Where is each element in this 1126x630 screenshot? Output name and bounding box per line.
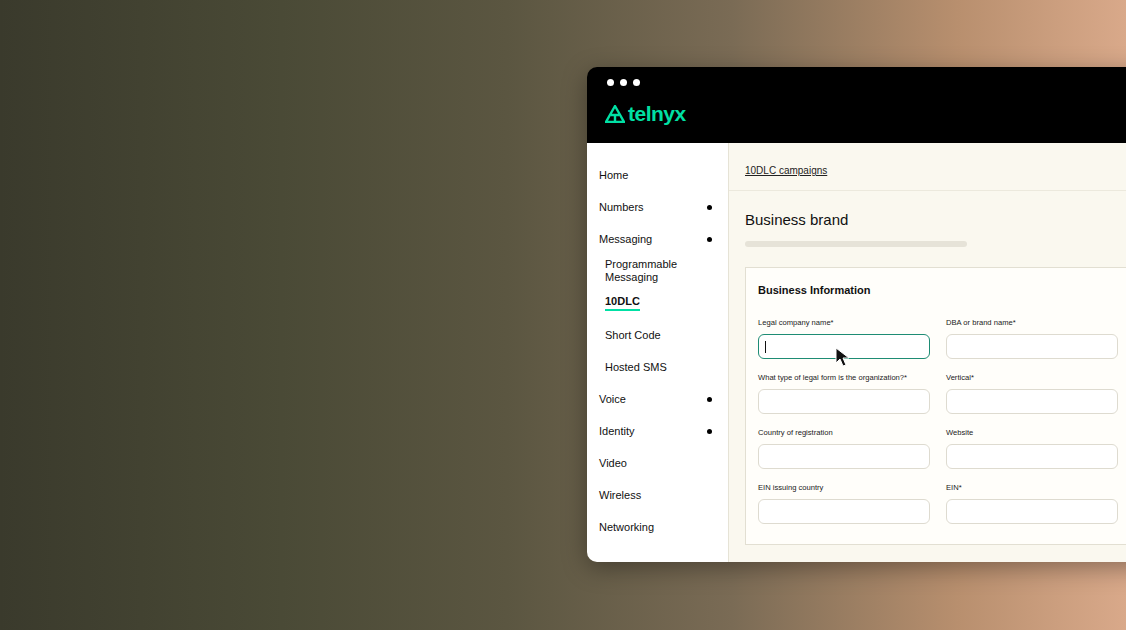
sidebar-item[interactable]: Wireless	[599, 479, 728, 511]
telnyx-mark-icon	[605, 105, 625, 123]
field-label: Country of registration	[758, 428, 930, 438]
page-title: Business brand	[745, 211, 1126, 229]
sidebar-item[interactable]: Home	[599, 159, 728, 191]
sidebar-item[interactable]: Hosted SMS	[599, 351, 728, 383]
form-field: EIN*	[946, 483, 1118, 524]
hero-image: telnyx Home Numbers Messaging Programmab…	[0, 0, 1126, 630]
sidebar-item-label: Networking	[599, 521, 654, 534]
telnyx-logo[interactable]: telnyx	[605, 103, 1126, 124]
field-label: EIN*	[946, 483, 1118, 493]
sidebar-item[interactable]: Networking	[599, 511, 728, 543]
text-input[interactable]	[946, 444, 1118, 469]
sidebar-item-label: Voice	[599, 393, 626, 406]
text-input[interactable]	[758, 389, 930, 414]
field-label: Legal company name*	[758, 318, 930, 328]
breadcrumb-link[interactable]: 10DLC campaigns	[745, 165, 827, 176]
sidebar-item-label: Short Code	[605, 329, 661, 342]
form-field: EIN issuing country	[758, 483, 930, 524]
title-bar	[745, 241, 967, 247]
sidebar-item[interactable]: Messaging	[599, 223, 728, 255]
expand-dot-icon	[707, 429, 712, 434]
card-title: Business Information	[758, 284, 1126, 296]
sidebar-item[interactable]: Numbers	[599, 191, 728, 223]
window-dot-icon[interactable]	[620, 79, 627, 86]
text-input[interactable]	[758, 334, 930, 359]
expand-dot-icon	[707, 205, 712, 210]
sidebar-item-label: Numbers	[599, 201, 644, 214]
sidebar-item-label: Hosted SMS	[605, 361, 667, 374]
sidebar-item-label: Video	[599, 457, 627, 470]
sidebar-item-label: Wireless	[599, 489, 641, 502]
form-field: What type of legal form is the organizat…	[758, 373, 930, 414]
form-field: Website	[946, 428, 1118, 469]
text-input[interactable]	[946, 499, 1118, 524]
logo-text: telnyx	[628, 103, 686, 124]
field-label: Vertical*	[946, 373, 1118, 383]
window-controls	[605, 79, 1126, 86]
expand-dot-icon	[707, 397, 712, 402]
form-field: Vertical*	[946, 373, 1118, 414]
field-label: What type of legal form is the organizat…	[758, 373, 930, 383]
sidebar-item[interactable]: Identity	[599, 415, 728, 447]
window-dot-icon[interactable]	[607, 79, 614, 86]
form-field: Legal company name*	[758, 318, 930, 359]
sidebar-item-label: Programmable Messaging	[605, 258, 712, 284]
content: 10DLC campaigns Business brand Business …	[728, 143, 1126, 562]
app-header: telnyx	[587, 67, 1126, 143]
sidebar-item-label: Messaging	[599, 233, 652, 246]
form-field: DBA or brand name*	[946, 318, 1118, 359]
form-card: Business Information Legal company name*…	[745, 267, 1126, 545]
text-input[interactable]	[946, 334, 1118, 359]
text-input[interactable]	[946, 389, 1118, 414]
sidebar-item[interactable]: Voice	[599, 383, 728, 415]
sidebar-item[interactable]: Video	[599, 447, 728, 479]
text-input[interactable]	[758, 499, 930, 524]
form-field: Country of registration	[758, 428, 930, 469]
sidebar-item-label: 10DLC	[605, 295, 640, 311]
mouse-pointer-icon	[835, 347, 851, 367]
page: Business brand Business Information Lega…	[729, 191, 1126, 545]
field-label: DBA or brand name*	[946, 318, 1118, 328]
sidebar-item-label: Identity	[599, 425, 634, 438]
window-dot-icon[interactable]	[633, 79, 640, 86]
sidebar-item-label: Home	[599, 169, 628, 182]
sidebar: Home Numbers Messaging Programmable Mess…	[587, 143, 728, 562]
field-label: EIN issuing country	[758, 483, 930, 493]
expand-dot-icon	[707, 237, 712, 242]
text-input[interactable]	[758, 444, 930, 469]
breadcrumb-bar: 10DLC campaigns	[729, 143, 1126, 191]
app-window: telnyx Home Numbers Messaging Programmab…	[587, 67, 1126, 562]
form-grid: Legal company name* DBA or brand name* W…	[758, 318, 1126, 524]
sidebar-item[interactable]: Programmable Messaging	[599, 255, 728, 287]
app-body: Home Numbers Messaging Programmable Mess…	[587, 143, 1126, 562]
sidebar-item[interactable]: 10DLC	[599, 287, 728, 319]
text-caret	[765, 341, 766, 353]
sidebar-item[interactable]: Short Code	[599, 319, 728, 351]
field-label: Website	[946, 428, 1118, 438]
